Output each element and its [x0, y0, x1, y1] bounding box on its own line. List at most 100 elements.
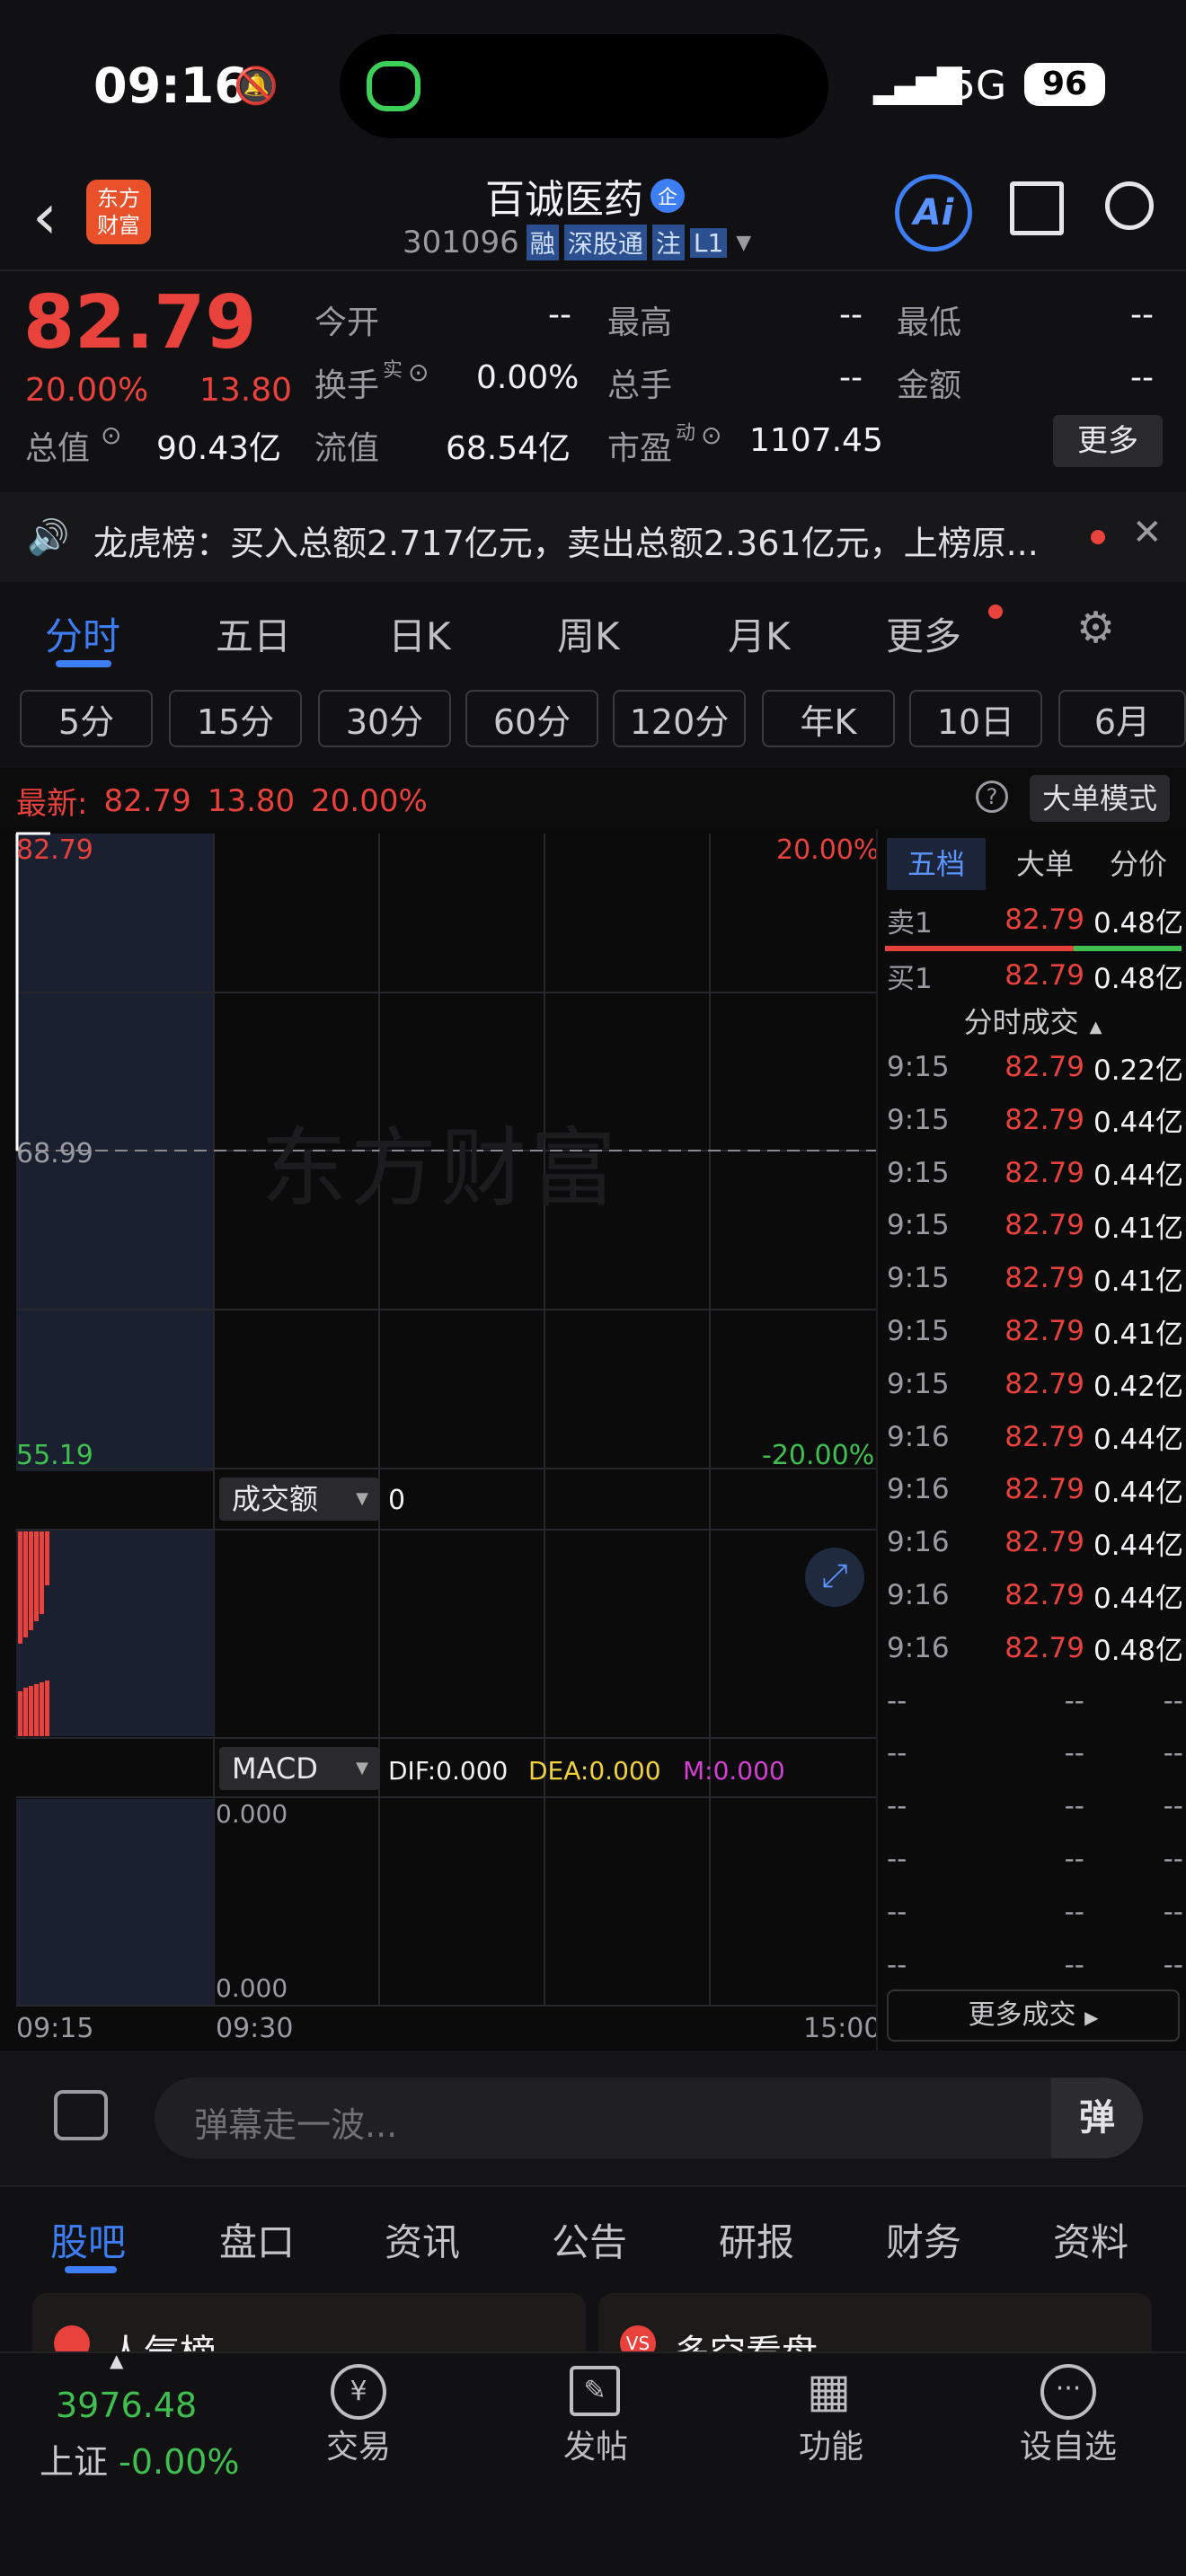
- dropdown-icon[interactable]: ▼: [736, 232, 751, 254]
- danmu-placeholder: 弹幕走一波...: [194, 2105, 398, 2145]
- nav-post[interactable]: 发帖: [528, 2421, 663, 2467]
- app-logo: 东方 财富: [86, 180, 151, 244]
- tab-finance[interactable]: 财务: [886, 2212, 961, 2267]
- period-30min[interactable]: 30分: [318, 690, 451, 747]
- tick-volume: 0.42亿: [1093, 1371, 1183, 1404]
- sort-icon: ▲: [1089, 1018, 1102, 1037]
- nav-add-watchlist[interactable]: 设自选: [1001, 2421, 1136, 2467]
- tab-guba[interactable]: 股吧: [50, 2212, 126, 2267]
- order-book-panel: 五档 大单 分价 卖1 82.79 0.48亿 买1 82.79 0.48亿 分…: [876, 829, 1186, 2051]
- sell-1-label: 卖1: [887, 906, 933, 940]
- side-tab-big-orders[interactable]: 大单: [1000, 838, 1090, 890]
- danmu-toggle-button[interactable]: 弹: [1051, 2078, 1143, 2158]
- stock-name: 百诚医药: [485, 177, 643, 223]
- tab-indicator: [56, 660, 111, 667]
- tick-time: 9:16: [887, 1420, 950, 1453]
- big-order-mode-button[interactable]: 大单模式: [1030, 775, 1170, 822]
- axis-top-pct: 20.00%: [776, 834, 880, 866]
- tick-row: 9:16 82.79 0.48亿: [887, 1622, 1183, 1674]
- label-amount: 金额: [897, 367, 962, 404]
- trade-icon[interactable]: ¥: [331, 2364, 386, 2420]
- change-percent: 20.00%: [25, 372, 149, 409]
- tick-volume: 0.41亿: [1093, 1265, 1183, 1298]
- value-high: --: [839, 296, 863, 333]
- tick-row: 9:15 82.79 0.44亿: [887, 1094, 1183, 1146]
- expand-icon[interactable]: ⤢: [805, 1548, 864, 1607]
- intraday-chart[interactable]: 东方财富 82.79 68.99 55.19 20.00% -20.00% 成交…: [0, 829, 881, 2051]
- unread-dot: [1091, 530, 1105, 544]
- help-icon[interactable]: ?: [976, 781, 1008, 813]
- info-icon[interactable]: ⊙: [701, 420, 721, 450]
- back-icon[interactable]: ‹: [32, 180, 58, 253]
- period-15min[interactable]: 15分: [169, 690, 302, 747]
- tick-row: 9:16 82.79 0.44亿: [887, 1463, 1183, 1515]
- latest-quote: 最新: 82.79 13.80 20.00%: [16, 779, 428, 823]
- tab-weekly-k[interactable]: 周K: [557, 606, 620, 661]
- value-float-cap: 68.54亿: [446, 430, 571, 467]
- tab-intraday[interactable]: 分时: [45, 606, 120, 661]
- side-tab-price-dist[interactable]: 分价: [1093, 838, 1183, 890]
- close-icon[interactable]: ✕: [1132, 512, 1163, 553]
- tick-price: 82.79: [1005, 1103, 1084, 1136]
- period-5min[interactable]: 5分: [20, 690, 153, 747]
- danmu-input[interactable]: 弹幕走一波... 弹: [155, 2078, 1143, 2158]
- caret-up-icon: ▲: [110, 2350, 124, 2371]
- index-pct: -0.00%: [119, 2442, 240, 2482]
- tab-news[interactable]: 资讯: [385, 2212, 460, 2267]
- tick-price: --: [1064, 1948, 1084, 1981]
- share-icon[interactable]: [1010, 181, 1064, 235]
- tab-announcements[interactable]: 公告: [552, 2212, 627, 2267]
- nav-trade[interactable]: 交易: [291, 2421, 426, 2467]
- tick-volume: 0.41亿: [1093, 1318, 1183, 1351]
- more-dot: [988, 604, 1003, 619]
- tab-five-day[interactable]: 五日: [216, 606, 291, 661]
- tab-pankou[interactable]: 盘口: [219, 2212, 295, 2267]
- more-trades-button[interactable]: 更多成交 ▶: [887, 1989, 1180, 2042]
- time-close: 15:00: [803, 2013, 881, 2044]
- volume-value: 0: [388, 1485, 406, 1516]
- side-tab-five-level[interactable]: 五档: [887, 838, 986, 890]
- tab-profile[interactable]: 资料: [1053, 2212, 1128, 2267]
- tick-price: 82.79: [1005, 1367, 1084, 1400]
- ai-button[interactable]: Ai: [895, 174, 972, 251]
- add-watchlist-icon[interactable]: ···: [1040, 2364, 1096, 2420]
- label-turnover: 换手: [314, 367, 380, 404]
- settings-icon[interactable]: ⚙: [1076, 603, 1115, 653]
- macd-axis-bottom: 0.000: [216, 1973, 288, 2003]
- volume-label: 成交额: [232, 1482, 319, 1516]
- battery-indicator: 96: [1024, 63, 1105, 106]
- more-button[interactable]: 更多: [1053, 415, 1163, 467]
- tab-monthly-k[interactable]: 月K: [728, 606, 791, 661]
- label-pe: 市盈: [607, 430, 673, 467]
- period-60min[interactable]: 60分: [465, 690, 598, 747]
- tick-volume: 0.22亿: [1093, 1054, 1183, 1087]
- tick-row: 9:15 82.79 0.41亿: [887, 1199, 1183, 1251]
- tab-daily-k[interactable]: 日K: [388, 606, 451, 661]
- sell-1-price: 82.79: [1005, 904, 1084, 936]
- period-10day[interactable]: 10日: [909, 690, 1042, 747]
- tab-more[interactable]: 更多: [886, 606, 961, 661]
- period-6month[interactable]: 6月: [1058, 690, 1186, 747]
- macd-indicator-select[interactable]: MACD ▼: [219, 1747, 379, 1790]
- volume-indicator-select[interactable]: 成交额 ▼: [219, 1478, 379, 1521]
- info-icon[interactable]: ⊙: [408, 357, 429, 387]
- tick-price: --: [1064, 1895, 1084, 1928]
- axis-low-price: 55.19: [16, 1440, 93, 1471]
- search-icon[interactable]: [1105, 181, 1154, 230]
- danmu-settings-icon[interactable]: [54, 2090, 108, 2140]
- nav-functions[interactable]: 功能: [764, 2421, 898, 2467]
- function-grid-icon[interactable]: ▦: [807, 2364, 851, 2418]
- tick-volume: --: [1163, 1843, 1183, 1875]
- period-year-k[interactable]: 年K: [762, 690, 895, 747]
- ticks-title[interactable]: 分时成交 ▲: [878, 1000, 1186, 1041]
- app-link-icon: [367, 61, 420, 111]
- sell-1-vol: 0.48亿: [1093, 906, 1183, 940]
- dynamic-island: [340, 34, 828, 138]
- index-ticker[interactable]: ▲ 3976.48 上证 -0.00%: [0, 2350, 261, 2533]
- notice-bar[interactable]: 🔊 龙虎榜：买入总额2.717亿元，卖出总额2.361亿元，上榜原... ✕: [0, 492, 1186, 582]
- tick-price: 82.79: [1005, 1051, 1084, 1083]
- post-icon[interactable]: ✎: [570, 2366, 620, 2416]
- period-120min[interactable]: 120分: [613, 690, 746, 747]
- info-icon[interactable]: ⊙: [101, 420, 121, 450]
- tab-research[interactable]: 研报: [719, 2212, 794, 2267]
